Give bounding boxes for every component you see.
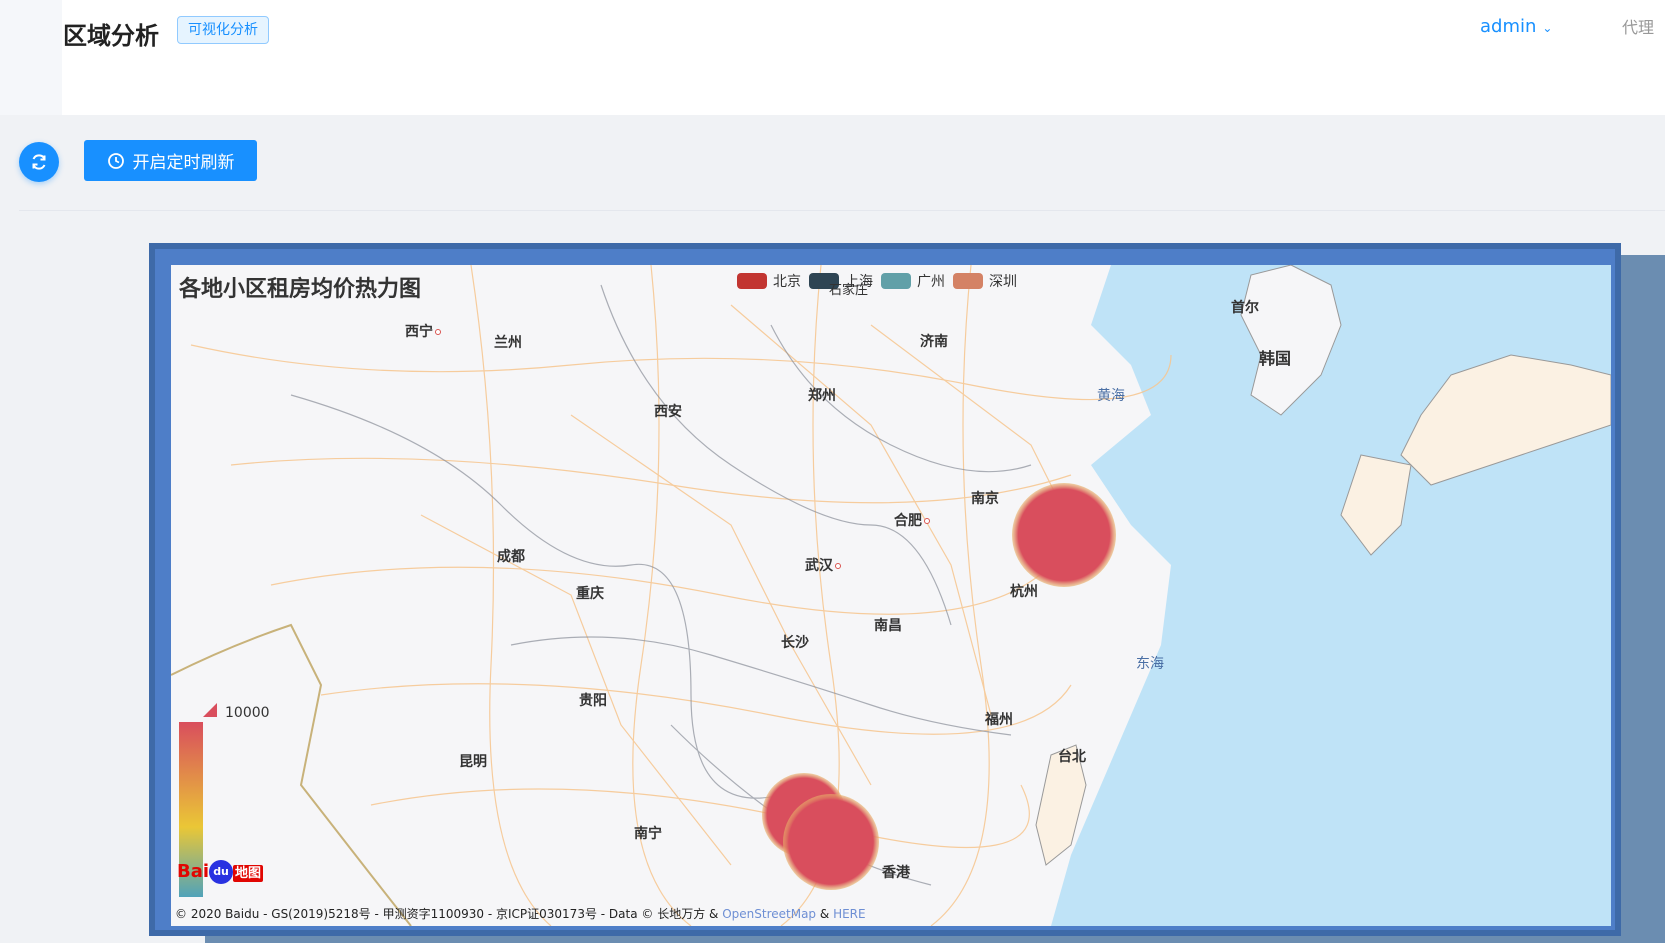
city-label: 兰州: [494, 335, 522, 351]
city-label: 济南: [920, 334, 948, 350]
legend-swatch: [737, 273, 767, 289]
header-left-strip: [0, 0, 62, 115]
legend-item-beijing[interactable]: 北京: [737, 271, 801, 291]
clock-icon: [107, 152, 124, 169]
city-label: 武汉: [805, 555, 841, 575]
city-label: 郑州: [808, 388, 836, 404]
city-label: 台北: [1058, 749, 1086, 765]
city-label: 昆明: [459, 754, 487, 770]
timed-refresh-label: 开启定时刷新: [132, 153, 235, 173]
city-label: 南宁: [634, 826, 662, 842]
visual-map-handle[interactable]: [203, 703, 217, 717]
city-label: 石家庄: [829, 283, 869, 298]
city-label: 杭州: [1010, 584, 1038, 600]
map-frame: 各地小区租房均价热力图 北京 上海 广州 深圳 西宁 兰州 济南 西安 郑州 南…: [149, 243, 1621, 936]
legend-item-shenzhen[interactable]: 深圳: [953, 271, 1017, 291]
legend-label: 深圳: [989, 274, 1017, 290]
city-label: 西宁: [405, 321, 441, 341]
legend-item-guangzhou[interactable]: 广州: [881, 271, 945, 291]
city-label: 合肥: [894, 510, 930, 530]
city-label: 南昌: [874, 618, 902, 634]
city-label: 成都: [497, 549, 525, 565]
chevron-down-icon: ⌄: [1542, 21, 1553, 35]
map-canvas[interactable]: 各地小区租房均价热力图 北京 上海 广州 深圳 西宁 兰州 济南 西安 郑州 南…: [171, 265, 1611, 926]
city-label: 贵阳: [579, 693, 607, 709]
city-label: 香港: [882, 865, 910, 881]
page-title: 区域分析: [63, 22, 159, 50]
osm-link[interactable]: OpenStreetMap: [722, 907, 816, 921]
agent-link[interactable]: 代理: [1622, 14, 1654, 38]
visual-map-max-label: 10000: [225, 705, 270, 721]
chart-title: 各地小区租房均价热力图: [179, 277, 422, 302]
page-tag: 可视化分析: [177, 16, 269, 44]
sea-label: 东海: [1136, 656, 1164, 672]
here-link[interactable]: HERE: [833, 907, 866, 921]
city-label: 长沙: [781, 635, 809, 651]
refresh-icon: [32, 154, 46, 170]
city-label: 南京: [971, 491, 999, 507]
header: 区域分析 可视化分析 admin ⌄ 代理: [0, 0, 1665, 115]
city-label: 西安: [654, 404, 682, 420]
legend-swatch: [953, 273, 983, 289]
map-copyright: © 2020 Baidu - GS(2019)5218号 - 甲测资字11009…: [175, 907, 866, 921]
city-label: 首尔: [1231, 300, 1259, 316]
map-background: [171, 265, 1611, 926]
city-label: 福州: [985, 712, 1013, 728]
user-menu[interactable]: admin ⌄: [1480, 16, 1552, 37]
user-name: admin: [1480, 16, 1537, 37]
legend: 北京 上海 广州 深圳: [737, 271, 1017, 291]
city-label: 重庆: [576, 586, 604, 602]
divider: [19, 210, 1665, 211]
refresh-button[interactable]: [19, 142, 59, 182]
baidu-logo: Bai du 地图: [177, 860, 264, 884]
city-label: 韩国: [1259, 349, 1292, 368]
legend-label: 广州: [917, 274, 945, 290]
sea-label: 黄海: [1097, 388, 1125, 404]
timed-refresh-button[interactable]: 开启定时刷新: [84, 140, 257, 181]
legend-swatch: [881, 273, 911, 289]
legend-label: 北京: [773, 274, 801, 290]
